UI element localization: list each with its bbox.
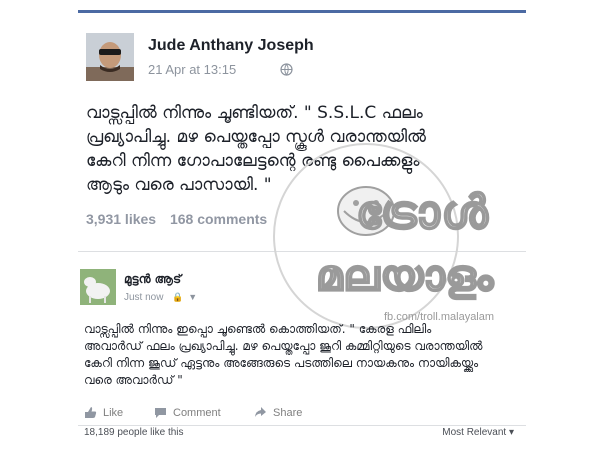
chevron-down-icon: ▾: [508, 427, 514, 438]
post-timestamp[interactable]: 21 Apr at 13:15: [148, 62, 236, 77]
divider: [78, 251, 526, 252]
reply-text: വാട്സപ്പിൽ നിന്നും ഇപ്പൊ ചൂണ്ടെൽ കൊത്തിയ…: [84, 322, 483, 387]
post-stats: 3,931 likes 168 comments: [86, 211, 277, 227]
sort-dropdown[interactable]: Most Relevant ▾: [442, 427, 514, 438]
post-author-name[interactable]: Jude Anthany Joseph: [148, 37, 314, 55]
lock-icon: 🔒: [172, 292, 184, 302]
reply-avatar[interactable]: [80, 269, 116, 305]
thumbs-up-icon: [85, 407, 97, 418]
reply-meta: Just now 🔒 ▼: [124, 292, 197, 303]
reply-author-name[interactable]: മുട്ടൻ ആട്: [124, 272, 181, 287]
share-icon: [255, 407, 266, 417]
share-label: Share: [273, 406, 303, 419]
reply-timestamp[interactable]: Just now: [124, 292, 163, 303]
author-avatar[interactable]: [86, 33, 134, 81]
watermark-subtitle: മലയാളം: [315, 250, 495, 301]
chevron-down-icon[interactable]: ▼: [188, 292, 197, 302]
post-footer: 18,189 people like this Most Relevant ▾: [84, 427, 514, 443]
like-label: Like: [103, 406, 124, 419]
facebook-post-card: Jude Anthany Joseph 21 Apr at 13:15 വാട്…: [78, 10, 526, 442]
people-like-count[interactable]: 18,189 people like this: [84, 427, 184, 438]
comment-icon: [155, 408, 166, 418]
action-bar: Like Comment Share: [84, 406, 514, 426]
comment-label: Comment: [173, 406, 221, 419]
globe-icon: [280, 61, 293, 76]
comments-count[interactable]: 168 comments: [170, 211, 267, 227]
likes-count[interactable]: 3,931 likes: [86, 211, 156, 227]
post-text: വാട്സപ്പിൽ നിന്നും ചൂണ്ടിയത്. " S.S.L.C …: [86, 103, 426, 195]
comment-button[interactable]: Comment: [154, 406, 221, 419]
like-button[interactable]: Like: [84, 406, 123, 419]
share-button[interactable]: Share: [254, 406, 302, 419]
sort-label: Most Relevant: [442, 427, 507, 438]
divider: [78, 425, 526, 426]
